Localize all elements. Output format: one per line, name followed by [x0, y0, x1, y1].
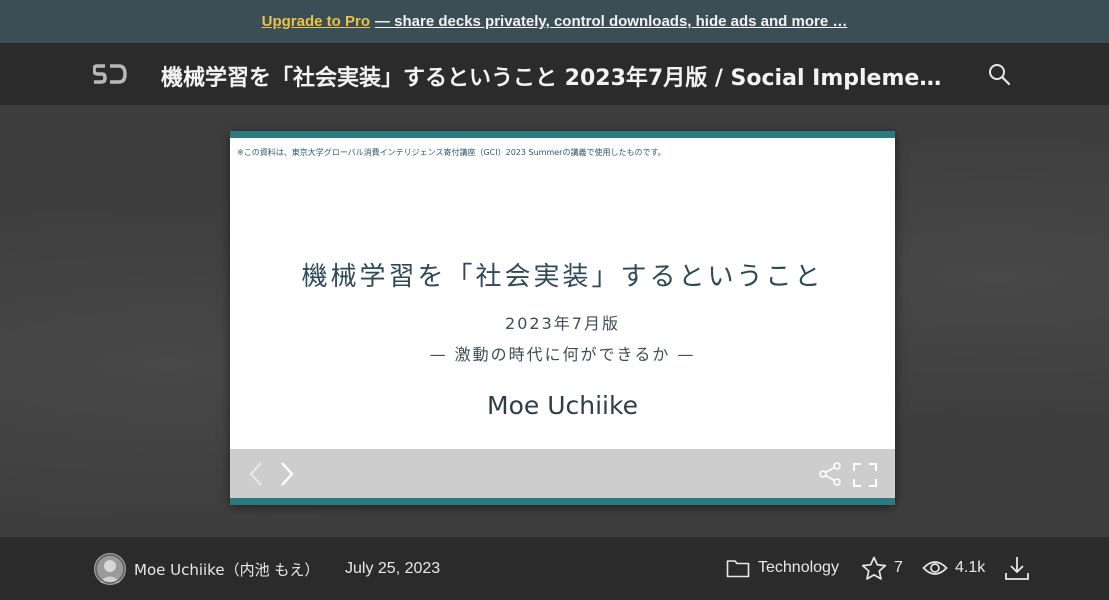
slide-stage: ※この資料は、東京大学グローバル消費インテリジェンス寄付講座（GCI）2023 …	[0, 105, 1109, 537]
category-link[interactable]: Technology	[758, 559, 839, 577]
deck-meta-bar: Moe Uchiike（内池 もえ） July 25, 2023 Technol…	[0, 537, 1109, 600]
star-icon[interactable]	[861, 556, 887, 581]
slide-control-bar	[230, 449, 895, 498]
download-icon[interactable]	[1004, 555, 1030, 581]
slide-note: ※この資料は、東京大学グローバル消費インテリジェンス寄付講座（GCI）2023 …	[237, 148, 666, 157]
folder-icon	[726, 560, 750, 578]
slide-edition: 2023年7月版	[505, 314, 620, 333]
upgrade-to-pro-link[interactable]: Upgrade to Pro	[262, 13, 370, 30]
author-name-link[interactable]: Moe Uchiike（内池 もえ）	[134, 559, 319, 580]
star-count: 7	[894, 559, 903, 576]
slide-author: Moe Uchiike	[487, 391, 638, 420]
chevron-right-icon[interactable]	[279, 461, 295, 487]
promo-banner: Upgrade to Pro — share decks privately, …	[0, 0, 1109, 43]
chevron-left-icon[interactable]	[248, 461, 264, 487]
promo-message-link[interactable]: — share decks privately, control downloa…	[375, 13, 847, 30]
publish-date: July 25, 2023	[345, 560, 441, 577]
deck-title: 機械学習を「社会実装」するということ 2023年7月版 / Social Imp…	[161, 66, 946, 91]
speakerdeck-logo-icon[interactable]	[93, 63, 127, 85]
avatar-image	[94, 553, 126, 585]
fullscreen-icon[interactable]	[852, 462, 878, 488]
slide-subtitle: — 激動の時代に何ができるか —	[429, 345, 696, 364]
eye-icon	[922, 561, 948, 575]
view-count: 4.1k	[955, 559, 986, 576]
header: 機械学習を「社会実装」するということ 2023年7月版 / Social Imp…	[0, 43, 1109, 105]
search-icon[interactable]	[987, 62, 1011, 86]
slide-viewer[interactable]: ※この資料は、東京大学グローバル消費インテリジェンス寄付講座（GCI）2023 …	[230, 131, 895, 505]
share-icon[interactable]	[818, 462, 842, 486]
slide-title: 機械学習を「社会実装」するということ	[301, 262, 824, 292]
avatar[interactable]	[94, 553, 126, 585]
